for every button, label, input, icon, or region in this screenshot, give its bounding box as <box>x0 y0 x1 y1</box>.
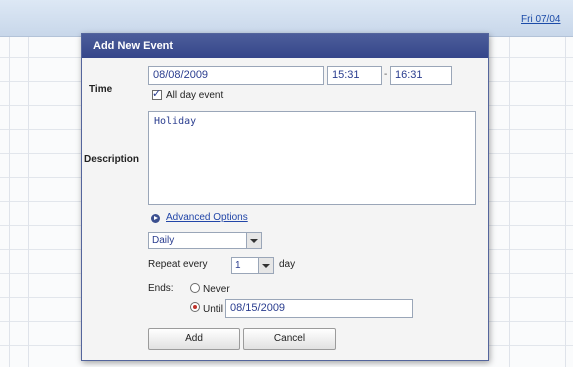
repeat-every-select[interactable]: 1 <box>231 257 274 274</box>
advanced-options-link[interactable]: Advanced Options <box>166 212 248 223</box>
end-time-input[interactable]: 16:31 <box>390 66 452 85</box>
until-date-input[interactable]: 08/15/2009 <box>225 299 413 318</box>
start-time-input[interactable]: 15:31 <box>327 66 382 85</box>
repeat-every-label: Repeat every <box>148 259 208 270</box>
ends-until-radio[interactable] <box>190 302 200 312</box>
calendar-header: Fri 07/04 <box>0 0 573 37</box>
time-separator: - <box>384 69 388 80</box>
ends-never-label: Never <box>203 284 230 295</box>
all-day-label: All day event <box>166 90 224 101</box>
calendar-day-header-fri[interactable]: Fri 07/04 <box>521 14 560 25</box>
add-event-dialog: Add New Event Time 08/08/2009 15:31 - 16… <box>81 33 489 361</box>
advanced-options-arrow-icon[interactable] <box>151 214 160 223</box>
time-label: Time <box>89 84 113 95</box>
description-textarea[interactable]: Holiday <box>148 111 476 205</box>
ends-never-radio[interactable] <box>190 283 200 293</box>
repeat-frequency-select[interactable]: Daily <box>148 232 262 249</box>
cancel-button[interactable]: Cancel <box>243 328 336 350</box>
add-button[interactable]: Add <box>148 328 240 350</box>
repeat-frequency-value: Daily <box>152 235 175 246</box>
dropdown-arrow-icon[interactable] <box>258 258 273 273</box>
ends-label: Ends: <box>148 283 174 294</box>
dropdown-arrow-icon[interactable] <box>246 233 261 248</box>
dialog-title: Add New Event <box>82 34 488 58</box>
start-date-input[interactable]: 08/08/2009 <box>148 66 324 85</box>
checkbox-checked-icon: ✓ <box>152 88 162 100</box>
all-day-checkbox[interactable]: ✓ <box>152 88 162 100</box>
ends-until-label: Until <box>203 304 224 315</box>
repeat-unit-label: day <box>279 259 296 270</box>
repeat-every-value: 1 <box>235 260 241 271</box>
description-label: Description <box>84 154 140 165</box>
